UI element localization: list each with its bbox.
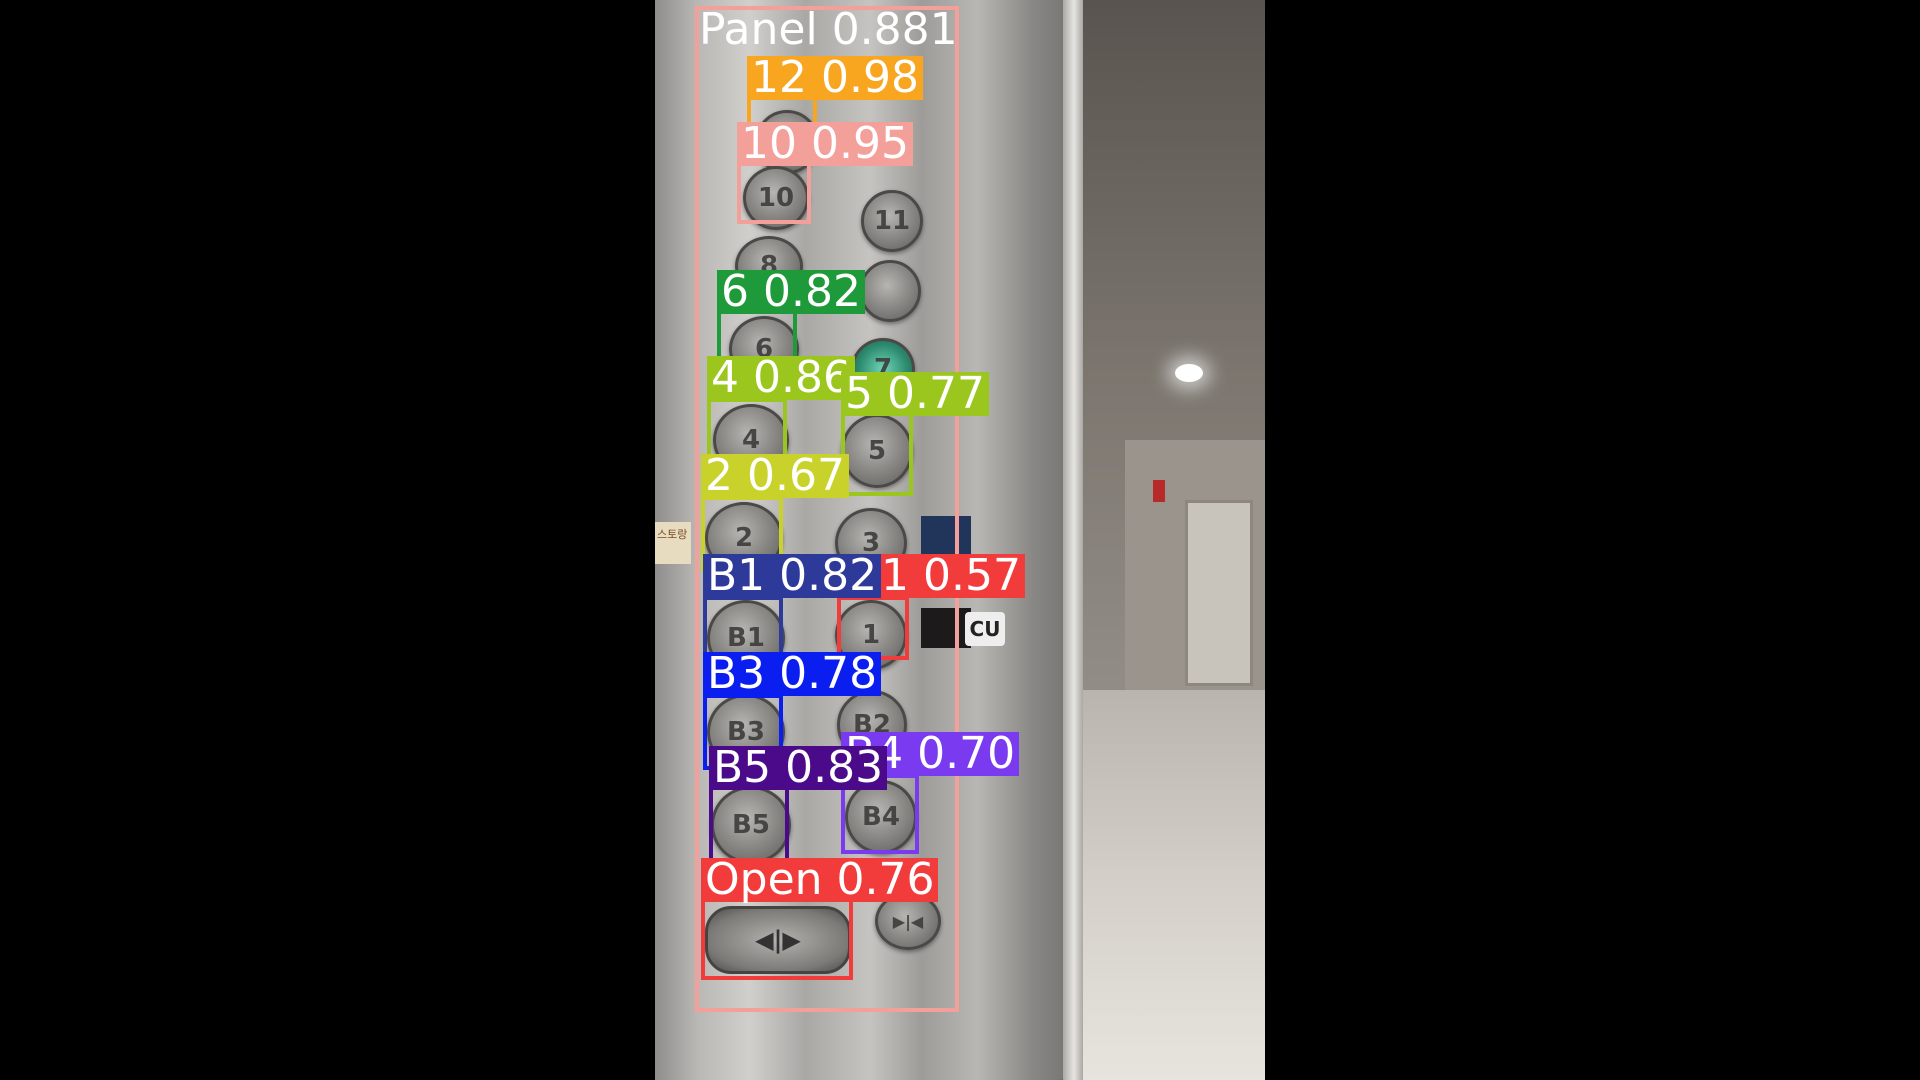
detection-label-10: 10 0.95 (737, 122, 913, 166)
detection-label-open: Open 0.76 (701, 858, 939, 902)
detection-label-2: 2 0.67 (701, 454, 849, 498)
detection-label-4: 4 0.86 (707, 356, 855, 400)
far-door (1185, 500, 1253, 686)
detection-box-10 (737, 160, 811, 224)
cu-plate: CU (965, 612, 1005, 646)
detection-label-b5: B5 0.83 (709, 746, 888, 790)
floor (1083, 690, 1265, 1080)
detection-box-open (701, 898, 853, 980)
detection-label-6: 6 0.82 (717, 270, 865, 314)
detection-label-b3: B3 0.78 (703, 652, 882, 696)
panel-edge (1063, 0, 1085, 1080)
detection-label-12: 12 0.98 (747, 56, 923, 100)
sticker-text: 스토랑 (657, 528, 688, 541)
detection-label-b1: B1 0.82 (703, 554, 882, 598)
detection-label-1: 1 0.57 (877, 554, 1025, 598)
detection-label-panel: Panel 0.881 (699, 4, 958, 55)
cu-text: CU (969, 617, 1001, 641)
detection-label-5: 5 0.77 (841, 372, 989, 416)
exit-sign (1153, 480, 1165, 502)
detection-box-5 (841, 412, 913, 496)
video-frame: 스토랑 CU 10 11 8 6 7 4 5 2 3 B1 1 B3 B2 B5… (655, 0, 1265, 1080)
sticker: 스토랑 (655, 522, 691, 564)
ceiling-light (1175, 364, 1203, 382)
